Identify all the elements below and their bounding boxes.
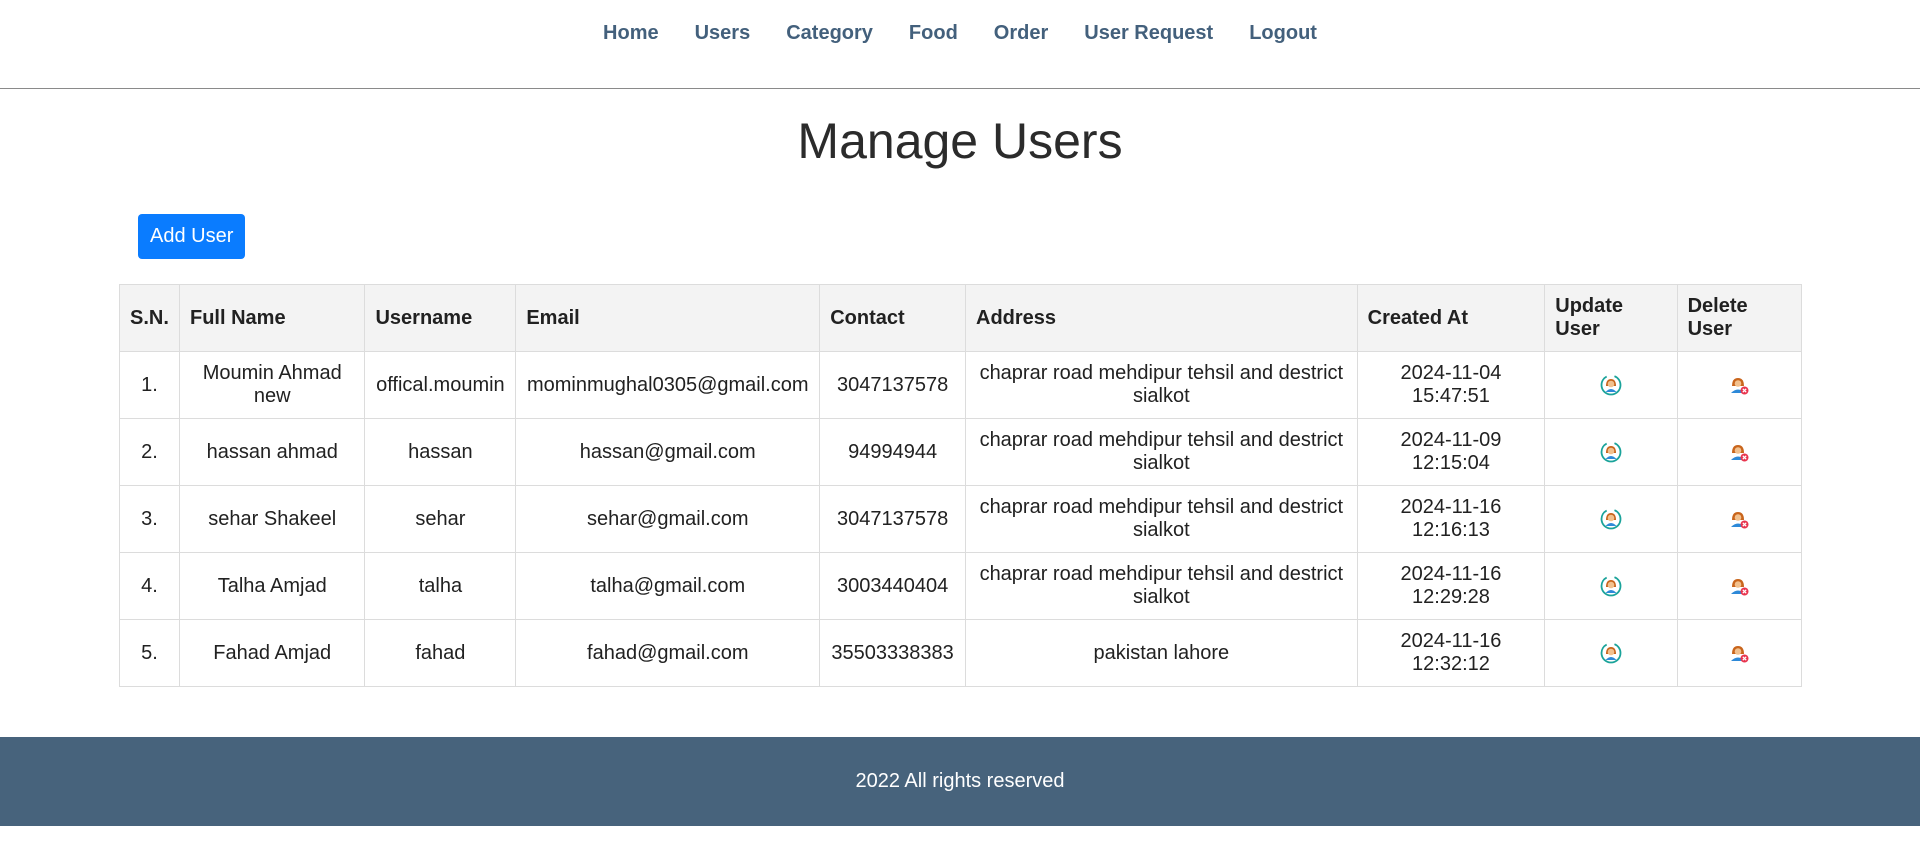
cell-username: sehar	[364, 485, 517, 553]
header-username: Username	[364, 284, 517, 352]
update-user-icon[interactable]	[1600, 575, 1622, 597]
cell-contact: 35503338383	[819, 619, 967, 687]
cell-contact: 94994944	[819, 418, 967, 486]
cell-update-user	[1544, 485, 1678, 553]
header-update-user: Update User	[1544, 284, 1678, 352]
update-user-icon[interactable]	[1600, 441, 1622, 463]
nav-link-logout[interactable]: Logout	[1231, 22, 1335, 44]
cell-username: fahad	[364, 619, 517, 687]
cell-sn: 5.	[119, 619, 180, 687]
cell-address: pakistan lahore	[965, 619, 1358, 687]
nav-link-user-request[interactable]: User Request	[1066, 22, 1231, 44]
cell-sn: 1.	[119, 351, 180, 419]
cell-email: sehar@gmail.com	[515, 485, 821, 553]
header-full-name: Full Name	[178, 284, 366, 352]
nav-link-order[interactable]: Order	[976, 22, 1066, 44]
cell-contact: 3047137578	[819, 351, 967, 419]
cell-sn: 2.	[119, 418, 180, 486]
cell-email: hassan@gmail.com	[515, 418, 821, 486]
nav-link-home[interactable]: Home	[585, 22, 677, 44]
cell-full-name: sehar Shakeel	[178, 485, 366, 553]
cell-delete-user	[1676, 351, 1803, 419]
cell-update-user	[1544, 619, 1678, 687]
header-created-at: Created At	[1356, 284, 1546, 352]
table-row: 1. Moumin Ahmad new offical.moumin mominmug…	[119, 351, 1803, 419]
table-row: 5. Fahad Amjad fahad fahad@gmail.com 3550333…	[119, 619, 1803, 687]
update-user-icon[interactable]	[1600, 374, 1622, 396]
nav-link-food[interactable]: Food	[891, 22, 976, 44]
cell-sn: 4.	[119, 552, 180, 620]
cell-created-at: 2024-11-09 12:15:04	[1356, 418, 1546, 486]
nav-list: Home Users Category Food Order User Requ…	[585, 22, 1335, 45]
header-address: Address	[965, 284, 1358, 352]
delete-user-icon[interactable]	[1728, 575, 1750, 597]
cell-created-at: 2024-11-04 15:47:51	[1356, 351, 1546, 419]
add-user-button[interactable]: Add User	[138, 214, 246, 259]
delete-user-icon[interactable]	[1728, 441, 1750, 463]
header-contact: Contact	[819, 284, 967, 352]
cell-address: chaprar road mehdipur tehsil and destric…	[965, 485, 1358, 553]
cell-username: talha	[364, 552, 517, 620]
cell-created-at: 2024-11-16 12:32:12	[1356, 619, 1546, 687]
page-title: Manage Users	[797, 113, 1123, 169]
cell-sn: 3.	[119, 485, 180, 553]
table-row: 4. Talha Amjad talha talha@gmail.com 3003440…	[119, 552, 1803, 620]
header-sn: S.N.	[119, 284, 180, 352]
cell-email: mominmughal0305@gmail.com	[515, 351, 821, 419]
cell-full-name: Talha Amjad	[178, 552, 366, 620]
table-header-row: S.N. Full Name Username Email Contact Ad…	[119, 284, 1803, 352]
cell-contact: 3047137578	[819, 485, 967, 553]
cell-delete-user	[1676, 418, 1803, 486]
users-table: S.N. Full Name Username Email Contact Ad…	[119, 284, 1803, 687]
cell-full-name: Fahad Amjad	[178, 619, 366, 687]
header-email: Email	[515, 284, 821, 352]
cell-created-at: 2024-11-16 12:29:28	[1356, 552, 1546, 620]
cell-full-name: hassan ahmad	[178, 418, 366, 486]
cell-delete-user	[1676, 619, 1803, 687]
cell-username: hassan	[364, 418, 517, 486]
cell-email: fahad@gmail.com	[515, 619, 821, 687]
header-delete-user: Delete User	[1676, 284, 1803, 352]
nav-link-users[interactable]: Users	[677, 22, 769, 44]
cell-email: talha@gmail.com	[515, 552, 821, 620]
cell-update-user	[1544, 418, 1678, 486]
delete-user-icon[interactable]	[1728, 374, 1750, 396]
page: Home Users Category Food Order User Requ…	[0, 0, 1920, 868]
cell-username: offical.moumin	[364, 351, 517, 419]
cell-update-user	[1544, 351, 1678, 419]
update-user-icon[interactable]	[1600, 642, 1622, 664]
cell-address: chaprar road mehdipur tehsil and destric…	[965, 351, 1358, 419]
cell-contact: 3003440404	[819, 552, 967, 620]
cell-delete-user	[1676, 552, 1803, 620]
delete-user-icon[interactable]	[1728, 642, 1750, 664]
table-row: 2. hassan ahmad hassan hassan@gmail.com 9499…	[119, 418, 1803, 486]
users-table-wrapper: S.N. Full Name Username Email Contact Ad…	[119, 284, 1803, 687]
cell-address: chaprar road mehdipur tehsil and destric…	[965, 418, 1358, 486]
cell-update-user	[1544, 552, 1678, 620]
top-navigation: Home Users Category Food Order User Requ…	[0, 0, 1920, 89]
nav-link-category[interactable]: Category	[768, 22, 891, 44]
delete-user-icon[interactable]	[1728, 508, 1750, 530]
cell-delete-user	[1676, 485, 1803, 553]
footer-text: 2022 All rights reserved	[855, 770, 1065, 792]
table-body: 1. Moumin Ahmad new offical.moumin mominmug…	[119, 351, 1803, 687]
cell-address: chaprar road mehdipur tehsil and destric…	[965, 552, 1358, 620]
footer: 2022 All rights reserved	[0, 737, 1920, 826]
table-row: 3. sehar Shakeel sehar sehar@gmail.com 30471…	[119, 485, 1803, 553]
cell-full-name: Moumin Ahmad new	[178, 351, 366, 419]
cell-created-at: 2024-11-16 12:16:13	[1356, 485, 1546, 553]
update-user-icon[interactable]	[1600, 508, 1622, 530]
